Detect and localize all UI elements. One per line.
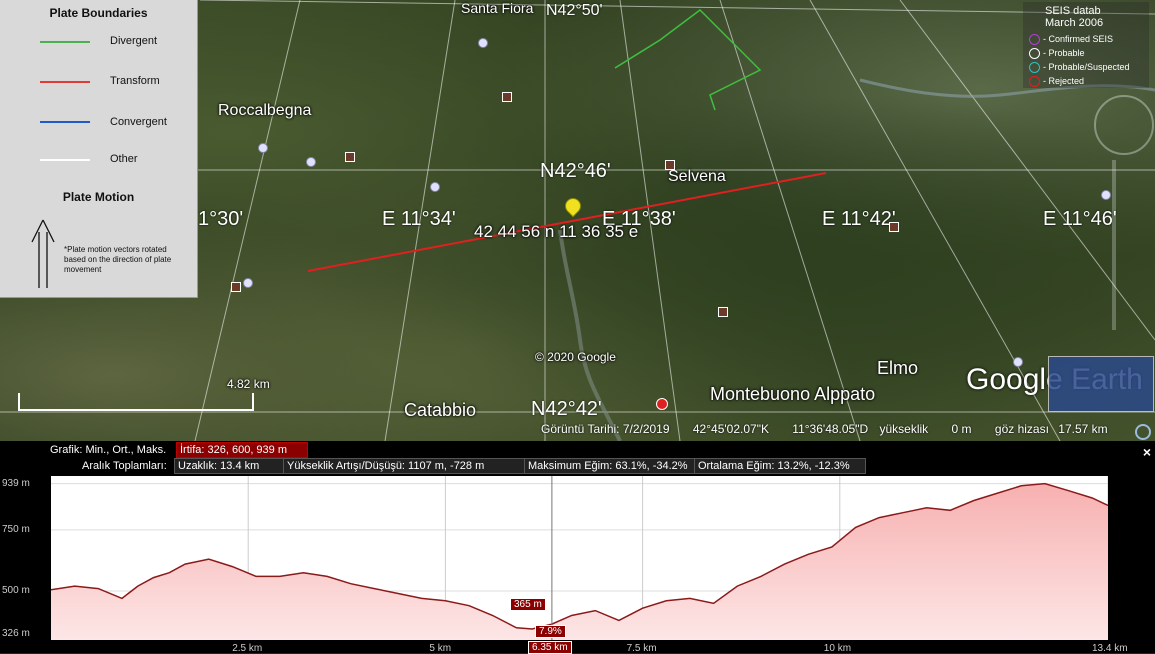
convergent-swatch bbox=[40, 121, 90, 123]
coord-n4246: N42°46' bbox=[540, 160, 611, 182]
range-totals-label: Aralık Toplamları: bbox=[82, 460, 167, 472]
scale-label: 4.82 km bbox=[227, 377, 270, 391]
coord-e1146: E 11°46' bbox=[1043, 208, 1117, 230]
y-tick-label: 500 m bbox=[2, 585, 30, 597]
elevation-chart[interactable] bbox=[51, 476, 1108, 640]
elevation-summary[interactable]: İrtifa: 326, 600, 939 m bbox=[176, 442, 308, 458]
seis-item-suspected: - Probable/Suspected bbox=[1023, 60, 1149, 74]
plate-boundaries-legend: Plate Boundaries Divergent Transform Con… bbox=[0, 0, 198, 298]
plate-motion-title: Plate Motion bbox=[62, 190, 135, 204]
coord-e1130: 1°30' bbox=[198, 208, 244, 230]
eye-alt-value: 17.57 km bbox=[1058, 422, 1108, 436]
place-montebuono[interactable]: Montebuono Alppato bbox=[710, 384, 875, 405]
coord-n4250: N42°50' bbox=[546, 2, 603, 19]
legend-transform: Transform bbox=[110, 75, 160, 87]
y-tick-label: 750 m bbox=[2, 523, 30, 535]
seis-item-probable: - Probable bbox=[1023, 46, 1149, 60]
status-bar: Görüntü Tarihi: 7/2/2019 42°45'02.07"K 1… bbox=[541, 422, 1128, 436]
hotel-icon[interactable] bbox=[430, 182, 440, 192]
legend-convergent: Convergent bbox=[110, 116, 167, 128]
motion-arrow-icon bbox=[31, 219, 55, 288]
hotel-icon[interactable] bbox=[243, 278, 253, 288]
latitude: 42°45'02.07"K bbox=[692, 422, 769, 436]
longitude: 11°36'48.05"D bbox=[792, 422, 869, 436]
cursor-elevation-tag: 365 m bbox=[510, 598, 546, 611]
graph-row-label: Grafik: Min., Ort., Maks. bbox=[50, 444, 167, 456]
cursor-slope-tag: 7.9% bbox=[535, 625, 566, 638]
avg-slope-box: Ortalama Eğim: 13.2%, -12.3% bbox=[694, 458, 866, 474]
x-tick-label: 13.4 km bbox=[1092, 643, 1128, 654]
poi-icon[interactable] bbox=[231, 282, 241, 292]
poi-icon[interactable] bbox=[718, 307, 728, 317]
distance-box: Uzaklık: 13.4 km bbox=[174, 458, 284, 474]
transform-swatch bbox=[40, 81, 90, 83]
eye-alt-label: göz hizası bbox=[994, 422, 1049, 436]
coord-n4242: N42°42' bbox=[531, 398, 602, 420]
red-pin-icon[interactable] bbox=[656, 398, 668, 410]
hotel-icon[interactable] bbox=[306, 157, 316, 167]
other-swatch bbox=[40, 159, 90, 161]
gain-box: Yükseklik Artışı/Düşüşü: 1107 m, -728 m bbox=[283, 458, 525, 474]
place-selvena[interactable]: Selvena bbox=[668, 168, 726, 186]
divergent-swatch bbox=[40, 41, 90, 43]
max-slope-box: Maksimum Eğim: 63.1%, -34.2% bbox=[524, 458, 696, 474]
map-view[interactable]: N42°50' N42°46' N42°42' 1°30' E 11°34' E… bbox=[0, 0, 1155, 441]
overview-map[interactable] bbox=[1048, 356, 1154, 412]
zoom-slider[interactable] bbox=[1112, 160, 1116, 330]
seis-subtitle: March 2006 bbox=[1045, 17, 1104, 29]
pin-label[interactable]: 42 44 56 n 11 36 35 e bbox=[474, 222, 638, 242]
x-tick-label: 5 km bbox=[429, 643, 452, 654]
scale-bar bbox=[18, 393, 254, 411]
poi-icon[interactable] bbox=[345, 152, 355, 162]
seis-title: SEIS datab bbox=[1045, 5, 1101, 17]
place-santa-fiora[interactable]: Santa Fiora bbox=[461, 0, 533, 16]
legend-divergent: Divergent bbox=[110, 35, 158, 47]
north-compass-icon[interactable] bbox=[1094, 95, 1154, 155]
poi-icon[interactable] bbox=[665, 160, 675, 170]
elevation-value: 0 m bbox=[951, 422, 972, 436]
motion-note: *Plate motion vectors rotated based on t… bbox=[64, 245, 172, 274]
seis-item-rejected: - Rejected bbox=[1023, 74, 1149, 88]
coord-e1142: E 11°42' bbox=[822, 208, 896, 230]
cursor-distance-tag: 6.35 km bbox=[528, 641, 572, 654]
seis-legend: SEIS datab March 2006 - Confirmed SEIS -… bbox=[1023, 2, 1149, 88]
x-tick-label: 7.5 km bbox=[626, 643, 657, 654]
y-tick-label: 326 m bbox=[2, 627, 30, 639]
elevation-area bbox=[51, 483, 1108, 640]
place-roccalbegna[interactable]: Roccalbegna bbox=[218, 102, 311, 120]
close-profile-button[interactable]: × bbox=[1143, 444, 1151, 460]
x-tick-label: 10 km bbox=[823, 643, 852, 654]
sync-icon[interactable] bbox=[1135, 424, 1151, 440]
hotel-icon[interactable] bbox=[478, 38, 488, 48]
hotel-icon[interactable] bbox=[1101, 190, 1111, 200]
coord-e1134: E 11°34' bbox=[382, 208, 456, 230]
hotel-icon[interactable] bbox=[258, 143, 268, 153]
legend-other: Other bbox=[110, 153, 138, 165]
place-elmo[interactable]: Elmo bbox=[877, 358, 918, 379]
x-tick-label: 2.5 km bbox=[232, 643, 263, 654]
legend-title: Plate Boundaries bbox=[49, 6, 148, 20]
copyright: © 2020 Google bbox=[535, 350, 616, 364]
poi-icon[interactable] bbox=[502, 92, 512, 102]
y-tick-label: 939 m bbox=[2, 477, 30, 489]
elevation-label: yükseklik bbox=[879, 422, 929, 436]
place-catabbio[interactable]: Catabbio bbox=[404, 400, 476, 421]
seis-item-confirmed: - Confirmed SEIS bbox=[1023, 32, 1149, 46]
poi-icon[interactable] bbox=[889, 222, 899, 232]
image-date: Görüntü Tarihi: 7/2/2019 bbox=[541, 422, 670, 436]
